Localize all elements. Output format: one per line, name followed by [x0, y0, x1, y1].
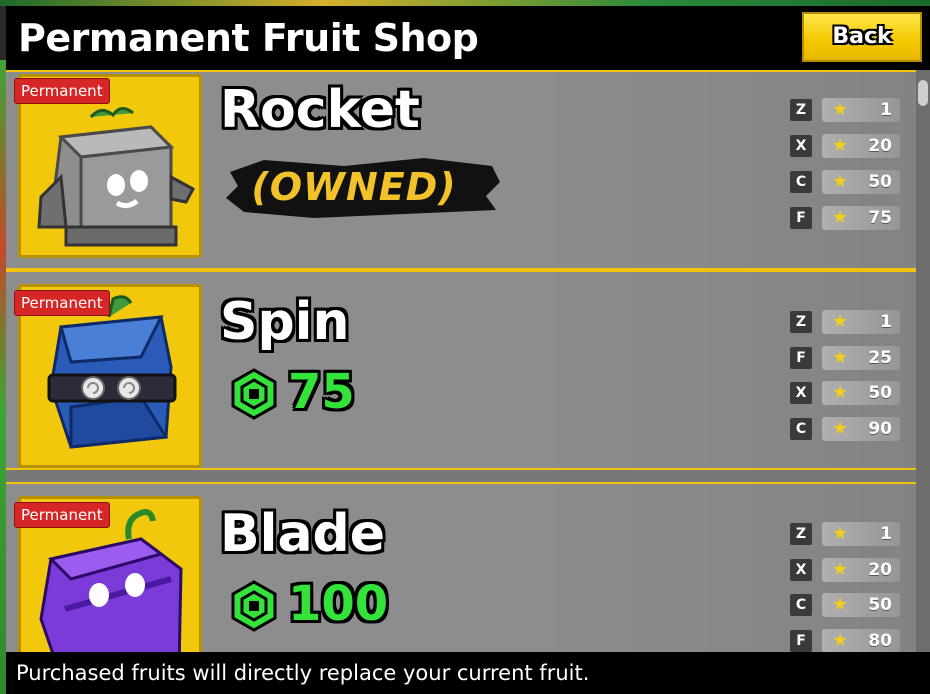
move-level: ★ 1: [822, 522, 900, 546]
robux-icon: [231, 580, 277, 632]
move-level: ★ 50: [822, 593, 900, 617]
star-icon: ★: [832, 171, 849, 192]
permanent-badge: Permanent: [14, 78, 110, 104]
page-title: Permanent Fruit Shop: [18, 16, 479, 60]
star-icon: ★: [832, 135, 849, 156]
fruit-name: Blade: [220, 504, 386, 564]
title-bar: Permanent Fruit Shop Back: [6, 6, 930, 70]
move-key: F: [790, 630, 812, 652]
fruit-card-rocket[interactable]: Permanent Rocket (OWNED) Z ★ 1 X ★ 20 C ★ 5…: [6, 70, 916, 270]
move-row: Z ★ 1: [790, 310, 910, 336]
permanent-badge: Permanent: [14, 502, 110, 528]
move-row: Z ★ 1: [790, 522, 910, 548]
fruit-card-spin[interactable]: Permanent Spin 75 Z ★ 1 F ★ 25 X ★ 50 C …: [6, 270, 916, 470]
move-row: C ★ 90: [790, 417, 910, 443]
price-value: 75: [288, 364, 355, 420]
scrollbar[interactable]: [916, 70, 930, 652]
star-icon: ★: [832, 382, 849, 403]
move-row: C ★ 50: [790, 170, 910, 196]
star-icon: ★: [832, 559, 849, 580]
move-level: ★ 20: [822, 558, 900, 582]
move-row: F ★ 25: [790, 346, 910, 372]
move-key: Z: [790, 523, 812, 545]
move-level: ★ 90: [822, 417, 900, 441]
move-row: X ★ 20: [790, 134, 910, 160]
move-key: C: [790, 171, 812, 193]
move-key: F: [790, 347, 812, 369]
move-key: X: [790, 559, 812, 581]
scrollbar-thumb[interactable]: [918, 80, 928, 106]
price-value: 100: [288, 576, 389, 632]
owned-status: (OWNED): [251, 165, 457, 209]
fruit-name: Rocket: [220, 80, 420, 140]
move-key: C: [790, 594, 812, 616]
star-icon: ★: [832, 418, 849, 439]
star-icon: ★: [832, 594, 849, 615]
move-level: ★ 1: [822, 98, 900, 122]
footer-note: Purchased fruits will directly replace y…: [16, 661, 590, 685]
back-button[interactable]: Back: [802, 12, 922, 62]
star-icon: ★: [832, 630, 849, 651]
permanent-badge: Permanent: [14, 290, 110, 316]
move-row: F ★ 80: [790, 629, 910, 652]
move-row: X ★ 20: [790, 558, 910, 584]
move-level: ★ 50: [822, 170, 900, 194]
move-level: ★ 80: [822, 629, 900, 652]
move-key: C: [790, 418, 812, 440]
star-icon: ★: [832, 311, 849, 332]
move-level: ★ 20: [822, 134, 900, 158]
star-icon: ★: [832, 347, 849, 368]
owned-badge: (OWNED): [224, 152, 500, 222]
move-row: Z ★ 1: [790, 98, 910, 124]
fruit-name: Spin: [220, 292, 350, 352]
star-icon: ★: [832, 523, 849, 544]
move-key: Z: [790, 311, 812, 333]
move-key: X: [790, 135, 812, 157]
star-icon: ★: [832, 99, 849, 120]
move-row: C ★ 50: [790, 593, 910, 619]
move-level: ★ 1: [822, 310, 900, 334]
fruit-list[interactable]: Permanent Rocket (OWNED) Z ★ 1 X ★ 20 C ★ 5…: [6, 70, 916, 652]
move-key: X: [790, 382, 812, 404]
footer-bar: Purchased fruits will directly replace y…: [6, 652, 930, 694]
move-key: Z: [790, 99, 812, 121]
move-row: X ★ 50: [790, 381, 910, 407]
move-level: ★ 25: [822, 346, 900, 370]
robux-icon: [231, 368, 277, 420]
star-icon: ★: [832, 207, 849, 228]
move-row: F ★ 75: [790, 206, 910, 232]
move-key: F: [790, 207, 812, 229]
move-level: ★ 50: [822, 381, 900, 405]
move-level: ★ 75: [822, 206, 900, 230]
fruit-card-blade[interactable]: Permanent Blade 100 Z ★1 X ★20 C ★50: [6, 482, 916, 652]
